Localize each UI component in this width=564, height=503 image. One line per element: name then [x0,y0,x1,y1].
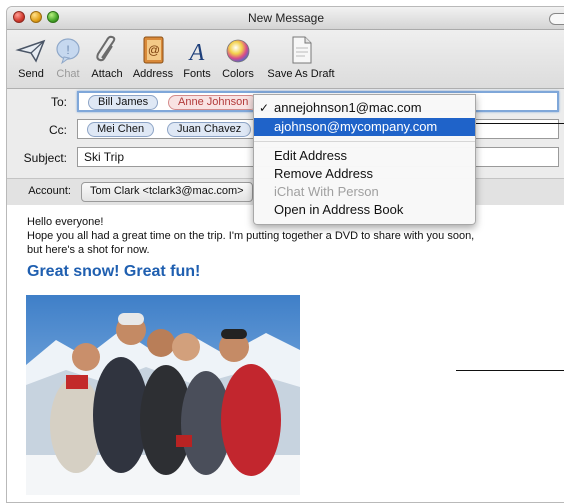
title-bar[interactable]: New Message [7,7,564,30]
to-label: To: [50,95,67,109]
body-line: but here's a shot for now. [27,244,150,256]
svg-text:@: @ [148,43,160,57]
callout-line [456,370,564,371]
save-as-draft-label: Save As Draft [267,68,335,80]
body-headline: Great snow! Great fun! [27,263,201,280]
attach-button[interactable]: Attach [87,34,127,80]
ski-trip-photo [26,295,300,495]
address-context-menu: ✓ annejohnson1@mac.com ajohnson@mycompan… [253,94,476,225]
attach-label: Attach [91,68,123,80]
menu-item-open-address-book[interactable]: Open in Address Book [254,201,475,219]
color-wheel-icon [226,39,250,63]
checkmark-icon: ✓ [259,101,270,115]
menu-item-label: Open in Address Book [274,202,404,217]
menu-item-address[interactable]: ✓ annejohnson1@mac.com [254,99,475,117]
chat-label: Chat [56,68,80,80]
menu-item-ichat: iChat With Person [254,183,475,201]
menu-item-label: Edit Address [274,148,347,163]
chat-icon: ! [56,38,80,65]
toolbar: Send ! Chat Attach @ Address A Fonts Col… [7,30,564,89]
menu-item-edit-address[interactable]: Edit Address [254,147,475,165]
account-popup[interactable]: Tom Clark <tclark3@mac.com> [81,182,253,202]
svg-text:!: ! [66,43,69,57]
ski-group-photo-image [26,295,300,495]
window-title: New Message [247,11,325,25]
menu-item-label: iChat With Person [274,184,379,199]
subject-value: Ski Trip [84,150,125,164]
fonts-icon: A [188,40,205,66]
draft-icon [292,36,312,64]
colors-button[interactable]: Colors [219,34,257,80]
menu-item-label: ajohnson@mycompany.com [274,119,438,134]
colors-label: Colors [222,68,254,80]
cc-recipient-token[interactable]: Mei Chen [87,122,155,137]
send-button[interactable]: Send [13,34,49,80]
subject-label: Subject: [23,151,67,165]
body-line: Hope you all had a great time on the tri… [27,230,475,242]
address-book-icon: @ [143,36,164,64]
account-label: Account: [28,185,71,197]
toolbar-toggle-button[interactable] [549,13,564,25]
new-message-window: New Message Send ! Chat Attach @ Address… [6,6,564,503]
address-label: Address [132,68,174,80]
menu-item-label: Remove Address [274,166,373,181]
cc-recipient-token[interactable]: Juan Chavez [167,122,252,137]
menu-item-remove-address[interactable]: Remove Address [254,165,475,183]
paperclip-icon [96,35,116,62]
save-as-draft-button[interactable]: Save As Draft [259,34,343,80]
menu-separator [254,141,475,142]
recipient-token-selected[interactable]: Anne Johnson [168,95,259,110]
send-icon [15,39,46,63]
chat-button[interactable]: ! Chat [51,34,85,80]
body-line: Hello everyone! [27,216,104,228]
svg-text:A: A [188,40,205,66]
fonts-button[interactable]: A Fonts [179,34,215,80]
menu-item-address-highlighted[interactable]: ajohnson@mycompany.com [254,118,475,136]
menu-item-label: annejohnson1@mac.com [274,100,422,115]
callout-line [472,123,564,124]
send-label: Send [18,68,44,80]
cc-label: Cc: [49,123,67,137]
fonts-label: Fonts [183,68,211,80]
recipient-token[interactable]: Bill James [88,95,159,110]
address-button[interactable]: @ Address [129,34,177,80]
